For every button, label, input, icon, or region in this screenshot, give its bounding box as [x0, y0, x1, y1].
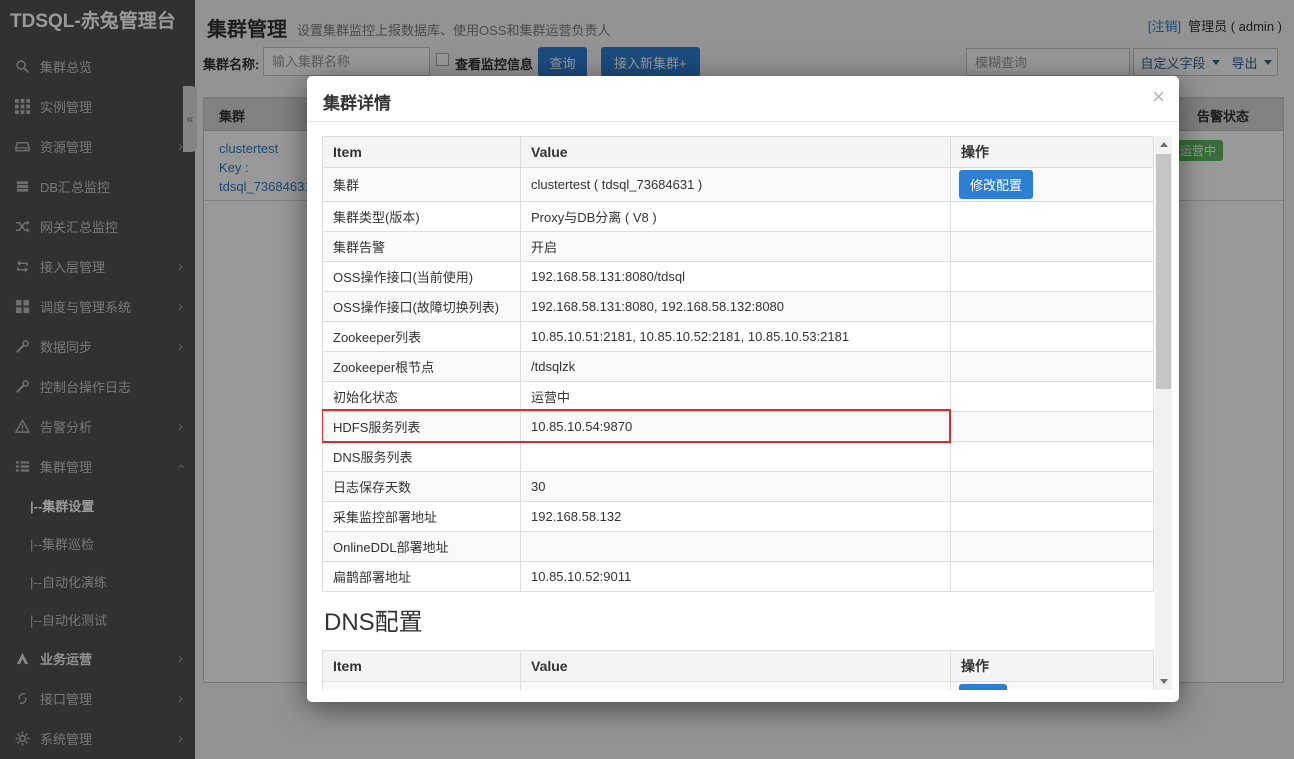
cell-item: OSS操作接口(故障切换列表) [323, 292, 521, 322]
cell-item: DNS服务列表 [323, 442, 521, 472]
cell-item: 采集监控部署地址 [323, 502, 521, 532]
modal-title: 集群详情 [323, 89, 391, 114]
cell-item: 集群告警 [323, 232, 521, 262]
cell-action [951, 292, 1154, 322]
detail-row-13: OnlineDDL部署地址 [323, 532, 1154, 562]
cell-action [951, 562, 1154, 592]
modal-header-divider [307, 121, 1179, 122]
triangle-down-icon [1160, 679, 1168, 684]
cell-item: Zookeeper根节点 [323, 352, 521, 382]
cell-action [951, 412, 1154, 442]
cell-action [951, 262, 1154, 292]
cell-value: 192.168.58.132 [521, 502, 951, 532]
triangle-up-icon [1160, 142, 1168, 147]
cell-action [951, 232, 1154, 262]
cell-action [951, 442, 1154, 472]
cell-item: 集群 [323, 168, 521, 202]
cell-action [951, 202, 1154, 232]
scrollbar-down-button[interactable] [1155, 673, 1172, 690]
detail-row-8: 初始化状态运营中 [323, 382, 1154, 412]
cell-action [951, 682, 1154, 691]
close-icon[interactable]: × [1152, 82, 1165, 113]
modal-body: Item Value 操作 集群clustertest ( tdsql_7368… [322, 136, 1155, 690]
column-header-action: 操作 [951, 137, 1154, 168]
cell-item: 集群类型(版本) [323, 202, 521, 232]
column-header-value: Value [521, 651, 951, 682]
cell-value: Proxy与DB分离 ( V8 ) [521, 202, 951, 232]
column-header-action: 操作 [951, 651, 1154, 682]
detail-row-6: Zookeeper列表10.85.10.51:2181, 10.85.10.52… [323, 322, 1154, 352]
detail-table: Item Value 操作 集群clustertest ( tdsql_7368… [322, 136, 1154, 592]
detail-row-2: 集群类型(版本)Proxy与DB分离 ( V8 ) [323, 202, 1154, 232]
cell-value [521, 532, 951, 562]
cell-value: 192.168.58.131:8080, 192.168.58.132:8080 [521, 292, 951, 322]
modal-scrollbar[interactable] [1155, 136, 1172, 690]
cell-action [951, 322, 1154, 352]
cell-item: 初始化状态 [323, 382, 521, 412]
column-header-value: Value [521, 137, 951, 168]
column-header-item: Item [323, 137, 521, 168]
detail-row-1: 集群clustertest ( tdsql_73684631 ) 修改配置 [323, 168, 1154, 202]
detail-row-3: 集群告警开启 [323, 232, 1154, 262]
cell-value: 10.85.10.52:9011 [521, 562, 951, 592]
detail-row-12: 采集监控部署地址192.168.58.132 [323, 502, 1154, 532]
cell-item: DNS数据库 [323, 682, 521, 691]
app-window: TDSQL-赤兔管理台 集群总览实例管理资源管理›DB汇总监控网关汇总监控接入层… [0, 0, 1294, 759]
cell-item: HDFS服务列表 [323, 412, 521, 442]
cell-action: 修改配置 [951, 168, 1154, 202]
detail-table-header-row: Item Value 操作 [323, 137, 1154, 168]
cell-item: OnlineDDL部署地址 [323, 532, 521, 562]
detail-row-9: HDFS服务列表10.85.10.54:9870 [323, 412, 1154, 442]
cell-value: /tdsqlzk [521, 352, 951, 382]
dns-row-partial: DNS数据库 [323, 682, 1154, 691]
detail-row-11: 日志保存天数30 [323, 472, 1154, 502]
cell-value [521, 682, 951, 691]
detail-row-5: OSS操作接口(故障切换列表)192.168.58.131:8080, 192.… [323, 292, 1154, 322]
cell-action [951, 472, 1154, 502]
detail-row-7: Zookeeper根节点/tdsqlzk [323, 352, 1154, 382]
cell-item: 日志保存天数 [323, 472, 521, 502]
cell-item: 扁鹊部署地址 [323, 562, 521, 592]
detail-row-10: DNS服务列表 [323, 442, 1154, 472]
dns-action-button[interactable] [959, 684, 1007, 690]
detail-row-14: 扁鹊部署地址10.85.10.52:9011 [323, 562, 1154, 592]
cell-value: 10.85.10.51:2181, 10.85.10.52:2181, 10.8… [521, 322, 951, 352]
cell-action [951, 352, 1154, 382]
cell-item: OSS操作接口(当前使用) [323, 262, 521, 292]
dns-section-heading: DNS配置 [324, 608, 1155, 638]
dns-table-header-row: Item Value 操作 [323, 651, 1154, 682]
detail-table-body: 集群clustertest ( tdsql_73684631 ) 修改配置集群类型… [323, 168, 1154, 592]
scrollbar-up-button[interactable] [1155, 136, 1172, 153]
cell-action [951, 382, 1154, 412]
detail-row-4: OSS操作接口(当前使用)192.168.58.131:8080/tdsql [323, 262, 1154, 292]
cell-action [951, 532, 1154, 562]
cell-value: clustertest ( tdsql_73684631 ) [521, 168, 951, 202]
cell-item: Zookeeper列表 [323, 322, 521, 352]
cell-action [951, 502, 1154, 532]
scrollbar-thumb[interactable] [1156, 154, 1171, 389]
cell-value: 开启 [521, 232, 951, 262]
cell-value: 192.168.58.131:8080/tdsql [521, 262, 951, 292]
cell-value: 运营中 [521, 382, 951, 412]
column-header-item: Item [323, 651, 521, 682]
cell-value: 30 [521, 472, 951, 502]
modify-config-button[interactable]: 修改配置 [959, 170, 1033, 199]
dns-table: Item Value 操作 DNS数据库 [322, 650, 1154, 690]
cell-value: 10.85.10.54:9870 [521, 412, 951, 442]
cell-value [521, 442, 951, 472]
cluster-detail-modal: 集群详情 × Item Value 操作 集群clustertest ( tds… [307, 76, 1179, 702]
